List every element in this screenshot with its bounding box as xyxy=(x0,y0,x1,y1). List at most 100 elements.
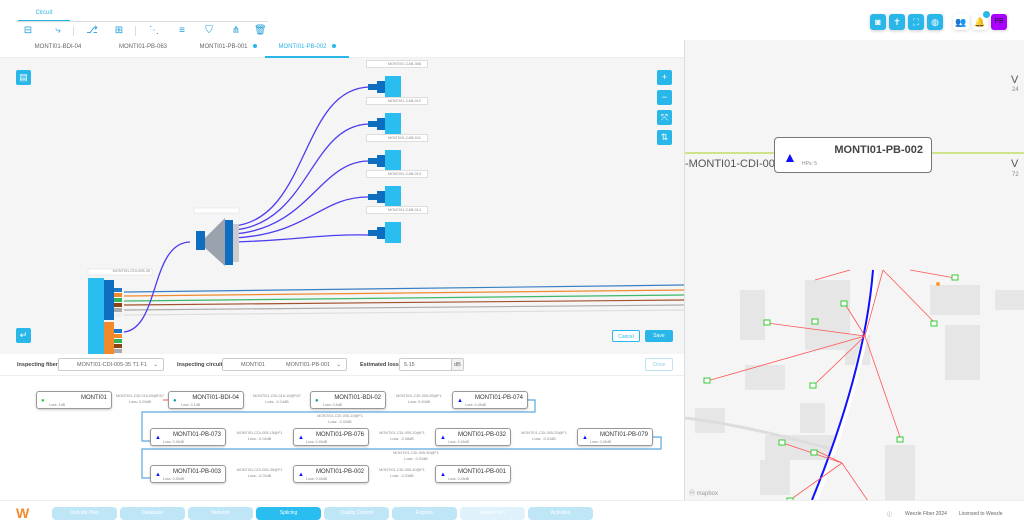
node-loss: Loss: 0.45dB xyxy=(306,477,327,481)
merge-icon[interactable]: ⛉ xyxy=(203,25,215,37)
path-node[interactable]: ▲ MONTI01-PB-074 Loss: 0.45dB xyxy=(452,391,528,409)
node-name: MONTI01-PB-032 xyxy=(457,432,506,438)
fiber-label: Inspecting fiber: xyxy=(17,362,60,368)
loss-unit: dB xyxy=(451,359,463,370)
right-label-bottom-sub: 72 xyxy=(1012,172,1019,178)
path-node[interactable]: ▲ MONTI01-PB-001 Loss: 0.45dB xyxy=(435,465,511,483)
tab-monti01-pb-063[interactable]: MONTI01-PB-063 xyxy=(105,44,181,58)
path-node[interactable]: ● MONTI01-BDI-04 Loss: 0.1dB xyxy=(168,391,244,409)
divider xyxy=(73,26,74,36)
node-name: MONTI01-BDI-04 xyxy=(192,395,239,401)
license-text: Licensed to Weezle xyxy=(959,511,1003,517)
bdi-icon: ● xyxy=(315,398,319,404)
right-label-top: V xyxy=(1011,74,1019,86)
fullscreen-icon[interactable]: ⛶ xyxy=(908,14,924,30)
path-node[interactable]: ▲ MONTI01-PB-079 Loss: 0.45dB xyxy=(577,428,653,446)
inspect-bar: Inspecting fiber: MONTI01-CDI-005-35 T1 … xyxy=(0,354,684,376)
circuit-from: MONTI01 xyxy=(241,362,265,368)
cable-label: MONTI01-CAB-011 xyxy=(366,134,428,142)
nav-splicing[interactable]: Splicing xyxy=(256,507,321,520)
nav-database[interactable]: Database xyxy=(120,507,185,520)
node-name: MONTI01-PB-002 xyxy=(315,469,364,475)
nav-quality-control[interactable]: Quality Control xyxy=(324,507,389,520)
node-name: MONTI01-PB-073 xyxy=(172,432,221,438)
buildings xyxy=(695,280,1024,500)
link-loss: Loss: 0.00dB xyxy=(407,400,431,404)
camera-icon[interactable]: ◙ xyxy=(870,14,886,30)
splice-icon[interactable]: ⋱ xyxy=(148,25,160,37)
fiber-list-icon[interactable]: ≡ xyxy=(176,25,188,37)
path-link: MONTI01-CDI-005-25@F1 Loss: -0.01dB xyxy=(508,430,580,442)
users-icon[interactable]: 👥 xyxy=(953,14,969,30)
globe-icon[interactable]: ◍ xyxy=(927,14,943,30)
nav-activities[interactable]: Activities xyxy=(528,507,593,520)
trash-icon[interactable]: 🗑 xyxy=(254,25,267,37)
node-loss: Loss: 0.45dB xyxy=(448,477,469,481)
path-link: MONTI01-CDI-005-20@F1 Loss: -0.08dB xyxy=(366,430,438,442)
tab-label: MONTI01-BDI-04 xyxy=(34,44,82,50)
splicing-diagram[interactable]: ▤ ↵ + − ⤧ ⇅ Cancel Save MONTI01-CAB-358 … xyxy=(0,58,684,354)
path-node[interactable]: ▲ MONTI01-PB-073 Loss: 0.45dB xyxy=(150,428,226,446)
pb-triangle-icon: ▲ xyxy=(155,435,161,441)
connect-icon[interactable]: ⎇ xyxy=(86,25,98,37)
pb-triangle-icon: ▲ xyxy=(457,398,463,404)
chevron-down-icon: ⌄ xyxy=(336,362,341,368)
pb-triangle-icon: ▲ xyxy=(298,435,304,441)
layer-add-icon[interactable]: ⊟ xyxy=(22,25,34,37)
link-loss: Loss: -0.14dB xyxy=(265,400,289,404)
path-node[interactable]: ▲ MONTI01-PB-002 Loss: 0.45dB xyxy=(293,465,369,483)
link-loss: Loss: -0.02dB xyxy=(247,474,272,478)
node-loss: Loss: 0.5dB xyxy=(323,403,342,407)
node-name: MONTI01-PB-074 xyxy=(474,395,523,401)
box-split-icon[interactable]: ⊞ xyxy=(113,25,125,37)
circuit-path: ● MONTI01 Loss: 1dB ● MONTI01-BDI-04 Loss: 0.… xyxy=(0,377,684,499)
avatar[interactable]: PB xyxy=(991,14,1007,30)
nav-exports[interactable]: Exports xyxy=(392,507,457,520)
product-version: Weezle Fiber 2024 xyxy=(905,511,947,517)
fiber-ports xyxy=(114,288,122,353)
route-icon[interactable]: ⤷ xyxy=(52,25,64,37)
tab-monti01-bdi-04[interactable]: MONTI01-BDI-04 xyxy=(20,44,96,58)
tab-label: MONTI01-PB-001 xyxy=(199,44,248,50)
source-cable-label: MONTI01-CDI-005-35 xyxy=(112,269,150,273)
tab-monti01-pb-001[interactable]: MONTI01-PB-001 xyxy=(190,44,266,58)
path-link: MONTI01-CDI-016-10@FA7 Loss: -0.14dB xyxy=(241,393,313,405)
path-node[interactable]: ▲ MONTI01-PB-032 Loss: 0.45dB xyxy=(435,428,511,446)
link-loss: Loss: 0.00dB xyxy=(128,400,152,404)
splitter xyxy=(196,218,239,266)
pb-triangle-icon: ▲ xyxy=(298,472,304,478)
divider xyxy=(135,26,136,36)
node-name: MONTI01-BDI-02 xyxy=(334,395,381,401)
path-link: MONTI01-CDI-016-05@FA7 Loss: 0.00dB xyxy=(104,393,176,405)
tab-monti01-pb-002[interactable]: MONTI01-PB-002 xyxy=(265,44,349,58)
node-name: MONTI01-PB-079 xyxy=(599,432,648,438)
left-cable-label: -MONTI01-CDI-00 xyxy=(685,158,775,170)
pb-triangle-icon: ▲ xyxy=(783,149,797,165)
map-panel[interactable]: -MONTI01-CDI-00 V 24 V 72 ▲ MONTI01-PB-0… xyxy=(684,40,1024,500)
path-node[interactable]: ▲ MONTI01-PB-003 Loss: 0.45dB xyxy=(150,465,226,483)
path-node[interactable]: ▲ MONTI01-PB-076 Loss: 0.45dB xyxy=(293,428,369,446)
branch-icon[interactable]: ⋔ xyxy=(230,25,242,37)
fiber-select[interactable]: MONTI01-CDI-005-35 T1 F1 ⌄ xyxy=(58,358,164,371)
nav-network[interactable]: Network xyxy=(188,507,253,520)
close-button[interactable]: Close xyxy=(645,358,673,371)
circuit-select[interactable]: MONTI01 MONTI01-PB-001 ⌄ xyxy=(222,358,347,371)
nav-outside-plan[interactable]: Outside Plan xyxy=(52,507,117,520)
pb-triangle-icon: ▲ xyxy=(440,435,446,441)
info-icon[interactable]: ⓘ xyxy=(887,511,892,518)
link-loss: Loss: -0.04dB xyxy=(247,437,272,441)
path-link: MONTI01-CDI-005-35@F1 Loss: -0.02dB xyxy=(224,467,296,479)
link-loss: Loss: -0.03dB xyxy=(390,474,414,478)
map-node-box[interactable]: ▲ MONTI01-PB-002 HPs: 5 xyxy=(774,137,932,173)
passing-fibers xyxy=(123,284,684,316)
path-node[interactable]: ● MONTI01 Loss: 1dB xyxy=(36,391,112,409)
olt-icon: ● xyxy=(41,398,45,404)
path-node[interactable]: ● MONTI01-BDI-02 Loss: 0.5dB xyxy=(310,391,386,409)
path-connector-link: MONTI01-CDI-005-10@F1 Loss: -0.02dB xyxy=(304,413,376,425)
path-link: MONTI01-CDI-005-40@F1 Loss: -0.03dB xyxy=(366,467,438,479)
person-icon[interactable]: ✝ xyxy=(889,14,905,30)
nav-inside-plan[interactable]: Inside Plan xyxy=(460,507,525,520)
map-canvas xyxy=(685,152,1024,500)
cable-label: MONTI01-CAB-013 xyxy=(366,170,428,178)
diagram-tabs: MONTI01-BDI-04 MONTI01-PB-063 MONTI01-PB-0… xyxy=(0,40,684,58)
